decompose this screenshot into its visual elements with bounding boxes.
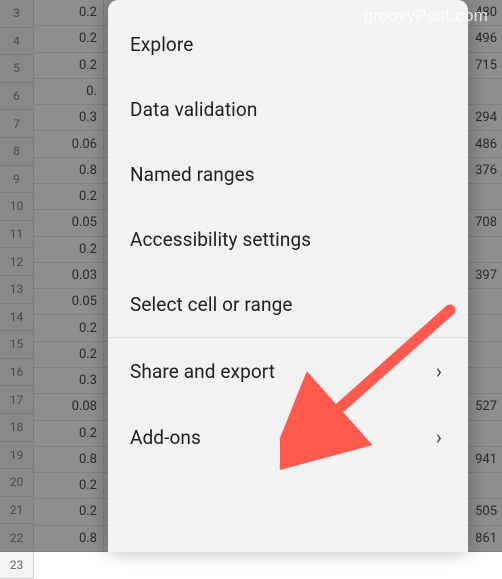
menu-item-label: Select cell or range [130,293,293,316]
menu-item-label: Named ranges [130,163,255,186]
menu-item-data-validation[interactable]: Data validation [108,77,468,142]
menu-item-accessibility-settings[interactable]: Accessibility settings [108,207,468,272]
menu-item-label: Share and export [130,360,275,383]
menu-item-label: Explore [130,33,193,56]
menu-item-named-ranges[interactable]: Named ranges [108,142,468,207]
chevron-right-icon: › [436,425,444,449]
watermark-text: groovyPost.com [363,6,488,26]
row-header: 23 [0,552,34,579]
menu-item-share-and-export[interactable]: Share and export › [108,338,468,404]
menu-item-label: Accessibility settings [130,228,311,251]
tools-menu-panel: Explore Data validation Named ranges Acc… [108,0,468,552]
menu-item-select-cell-or-range[interactable]: Select cell or range [108,272,468,337]
menu-item-label: Add-ons [130,426,201,449]
menu-item-add-ons[interactable]: Add-ons › [108,404,468,470]
menu-item-label: Data validation [130,98,257,121]
chevron-right-icon: › [436,359,444,383]
